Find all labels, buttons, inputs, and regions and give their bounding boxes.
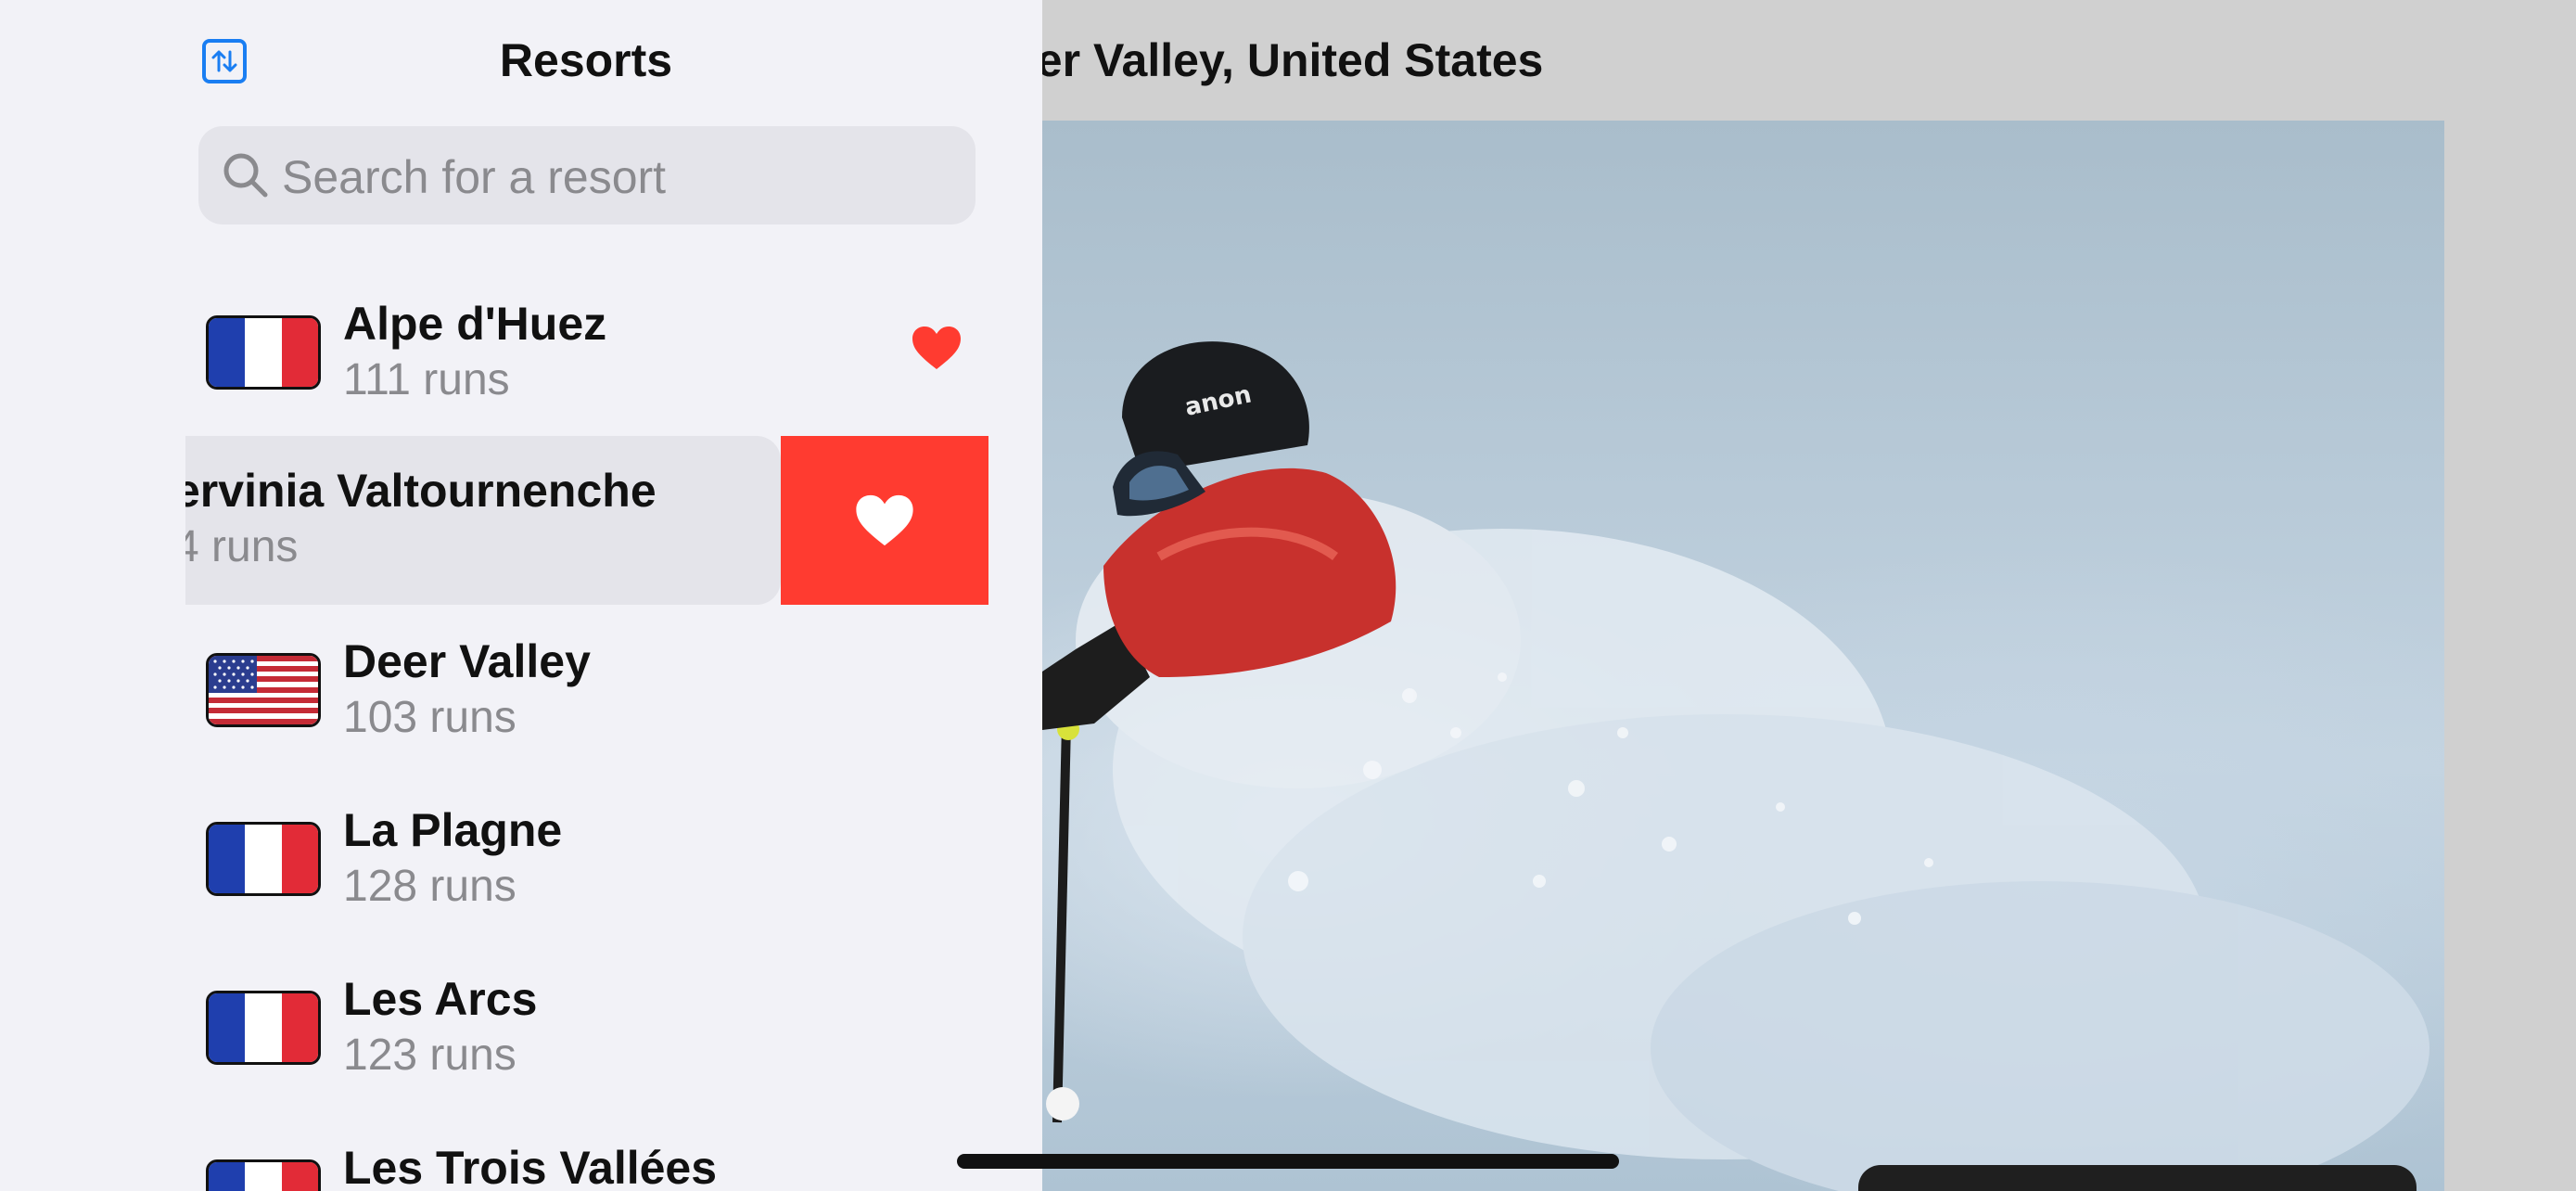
- france-flag-icon: [206, 991, 321, 1065]
- resort-runs: 4 runs: [185, 522, 299, 571]
- france-flag-icon: [206, 1159, 321, 1191]
- resort-row-deer-valley[interactable]: Deer Valley 103 runs: [0, 607, 1042, 775]
- resort-runs: 111 runs: [343, 355, 510, 404]
- resort-row-les-trois-vallees[interactable]: Les Trois Vallées: [0, 1113, 1042, 1191]
- sidebar-title: Resorts: [499, 34, 673, 86]
- resort-name: Deer Valley: [343, 635, 591, 687]
- france-flag-icon: [206, 315, 321, 390]
- app-window: eer Valley, United States anon Resorts S…: [0, 0, 2576, 1191]
- resort-name: Les Trois Vallées: [343, 1142, 718, 1191]
- resort-hero-image: anon: [1020, 121, 2444, 1191]
- search-placeholder: Search for a resort: [282, 151, 667, 203]
- resort-row-la-plagne[interactable]: La Plagne 128 runs: [0, 775, 1042, 944]
- resort-name: La Plagne: [343, 804, 563, 856]
- home-indicator[interactable]: [957, 1154, 1619, 1169]
- detail-bottom-bar[interactable]: [1858, 1165, 2417, 1191]
- resort-row-les-arcs[interactable]: Les Arcs 123 runs: [0, 944, 1042, 1113]
- resort-row-alpe-dhuez[interactable]: Alpe d'Huez 111 runs: [0, 269, 1042, 438]
- search-icon: [223, 153, 268, 198]
- resort-name: Alpe d'Huez: [343, 298, 607, 350]
- us-flag-graphic: [209, 656, 318, 724]
- united-states-flag-icon: [206, 653, 321, 727]
- france-flag-icon: [206, 822, 321, 896]
- heart-icon: [856, 494, 913, 546]
- detail-title: eer Valley, United States: [1011, 34, 1544, 86]
- resort-name: Les Arcs: [343, 973, 538, 1025]
- resort-runs: 123 runs: [343, 1031, 516, 1080]
- resort-runs: 103 runs: [343, 693, 516, 742]
- resort-row-swiped[interactable]: ervinia Valtournenche 4 runs: [185, 436, 988, 605]
- swiped-cell-content[interactable]: ervinia Valtournenche 4 runs: [185, 436, 781, 605]
- search-field[interactable]: Search for a resort: [198, 126, 976, 224]
- resort-name: ervinia Valtournenche: [185, 465, 657, 517]
- favorite-swipe-button[interactable]: [781, 436, 988, 605]
- resort-runs: 128 runs: [343, 862, 516, 911]
- resorts-sidebar: Resorts Search for a resort Alpe d'Huez …: [0, 0, 1042, 1191]
- favorite-heart-icon: [912, 327, 961, 369]
- skier-photo-illustration: anon: [1020, 341, 2429, 1191]
